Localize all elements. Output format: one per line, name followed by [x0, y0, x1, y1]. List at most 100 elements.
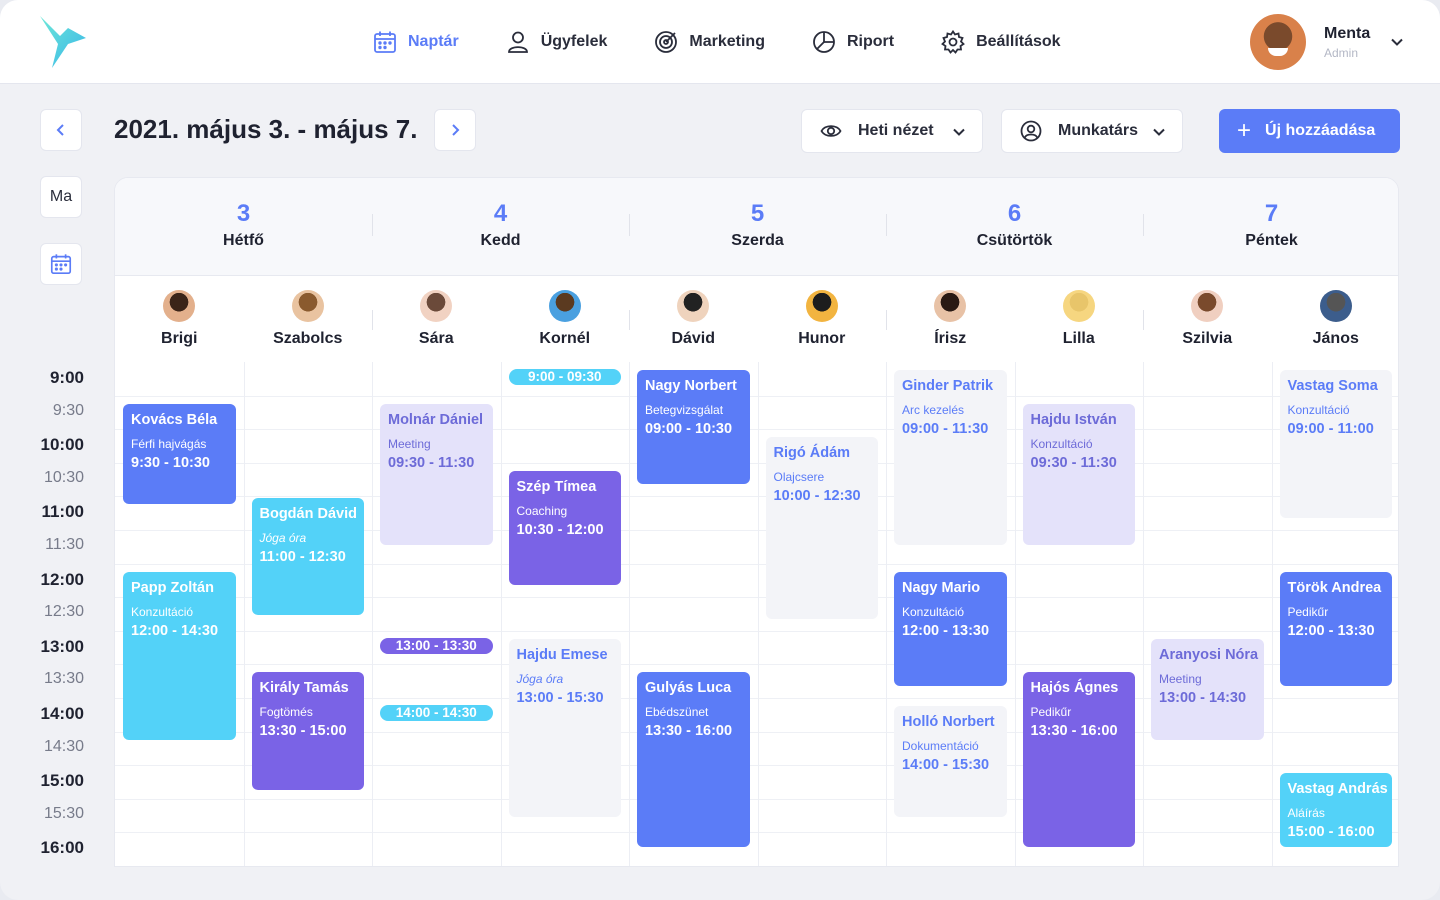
staff-column-header[interactable]: Sára — [372, 276, 501, 362]
appointment-service: Meeting — [388, 436, 431, 451]
avatar[interactable] — [1062, 290, 1095, 322]
appointment-card[interactable]: Hajós Ágnes Pedikűr 13:30 - 16:00 — [1022, 672, 1135, 848]
staff-dropdown[interactable]: Munkatárs — [1001, 109, 1183, 153]
appointment-card[interactable]: Vastag Soma Konzultáció 09:00 - 11:00 — [1279, 370, 1392, 518]
user-menu[interactable]: Menta Admin — [1250, 14, 1404, 70]
day-header[interactable]: 5 Szerda — [629, 178, 886, 276]
appointment-card[interactable]: Nagy Mario Konzultáció 12:00 - 13:30 — [894, 571, 1007, 686]
appointment-card[interactable]: Molnár Dániel Meeting 09:30 - 11:30 — [380, 403, 493, 545]
appointment-card[interactable]: Nagy Norbert Betegvizsgálat 09:00 - 10:30 — [637, 370, 750, 485]
time-label: 12:00 — [40, 569, 84, 589]
day-number: 3 — [236, 200, 251, 227]
appointment-time: 15:00 - 16:00 — [1287, 824, 1375, 841]
avatar[interactable] — [420, 290, 452, 322]
add-new-button[interactable]: + Új hozzáadása — [1219, 109, 1400, 153]
appointment-card[interactable]: Gulyás Luca Ebédszünet 13:30 - 16:00 — [637, 672, 750, 848]
appointment-service: Olajcsere — [773, 470, 825, 485]
nav-item-ugyfelek[interactable]: Ügyfelek — [505, 26, 607, 58]
time-label: 16:00 — [40, 838, 84, 858]
staff-column-header[interactable]: Dávid — [629, 276, 758, 362]
staff-column-header[interactable]: Lilla — [1015, 276, 1144, 362]
app-window: Naptár Ügyfelek Marketing Riport Beállít… — [0, 0, 1440, 900]
time-slot-pill[interactable]: 9:00 - 09:30 — [508, 369, 621, 385]
appointment-time: 09:00 - 11:30 — [902, 421, 989, 437]
hummingbird-logo-icon[interactable] — [38, 14, 90, 70]
appointment-service: Jóga óra — [516, 671, 564, 686]
day-header[interactable]: 3 Hétfő — [115, 178, 372, 276]
mini-calendar-button[interactable] — [40, 243, 82, 285]
view-dropdown[interactable]: Heti nézet — [801, 109, 983, 153]
chevron-down-icon[interactable] — [1390, 35, 1404, 49]
avatar[interactable] — [934, 290, 966, 322]
time-label: 12:30 — [43, 603, 84, 621]
staff-column-header[interactable]: Szabolcs — [244, 276, 373, 362]
grid-column-line — [757, 362, 759, 866]
staff-column-header[interactable]: Hunor — [758, 276, 887, 362]
day-header[interactable]: 6 Csütörtök — [886, 178, 1143, 276]
appointment-time: 09:00 - 10:30 — [645, 421, 733, 437]
week-calendar: Kovács Béla Férfi hajvágás 9:30 - 10:30 Pap… — [114, 177, 1399, 867]
nav-item-marketing[interactable]: Marketing — [653, 26, 765, 58]
staff-name: Brigi — [161, 330, 198, 347]
appointment-service: Dokumentáció — [902, 739, 979, 753]
day-separator — [886, 214, 887, 236]
plus-icon: + — [1237, 117, 1252, 144]
appointment-card[interactable]: Papp Zoltán Konzultáció 12:00 - 14:30 — [123, 571, 236, 740]
appointment-time: 14:00 - 15:30 — [902, 757, 990, 773]
time-slot-pill[interactable]: 13:00 - 13:30 — [380, 637, 493, 654]
appointment-service: Betegvizsgálat — [645, 403, 724, 417]
staff-column-header[interactable]: Brigi — [115, 276, 244, 362]
avatar[interactable] — [163, 290, 195, 322]
grid-column-line — [1014, 362, 1016, 866]
user-icon — [507, 31, 528, 53]
appointment-card[interactable]: Hajdu Emese Jóga óra 13:00 - 15:30 — [508, 638, 621, 817]
appointment-card[interactable]: Kovács Béla Férfi hajvágás 9:30 - 10:30 — [123, 403, 236, 505]
staff-column-header[interactable]: Kornél — [501, 276, 630, 362]
chevron-down-icon — [953, 128, 965, 136]
appointment-client: Bogdán Dávid — [259, 505, 357, 522]
avatar[interactable] — [291, 290, 324, 322]
staff-column-header[interactable]: Szilvia — [1143, 276, 1272, 362]
today-button[interactable]: Ma — [40, 176, 82, 218]
pie-chart-icon — [813, 31, 835, 53]
avatar[interactable] — [1191, 290, 1223, 322]
nav-label: Naptár — [408, 33, 459, 50]
appointment-card[interactable]: Aranyosi Nóra Meeting 13:00 - 14:30 — [1151, 638, 1264, 740]
appointment-time: 13:30 - 16:00 — [1030, 723, 1118, 740]
appointment-time: 09:30 - 11:30 — [388, 454, 475, 471]
appointment-card[interactable]: Király Tamás Fogtömés 13:30 - 15:00 — [251, 672, 364, 790]
day-separator — [372, 214, 373, 236]
time-label: 9:30 — [52, 401, 84, 419]
appointment-card[interactable]: Török Andrea Pedikűr 12:00 - 13:30 — [1279, 571, 1392, 686]
appointment-time: 11:00 - 12:30 — [259, 548, 346, 565]
appointment-service: Fogtömés — [259, 705, 313, 720]
chevron-left-icon — [56, 124, 64, 136]
nav-item-naptar[interactable]: Naptár — [372, 26, 459, 58]
day-header[interactable]: 4 Kedd — [372, 178, 629, 276]
appointment-card[interactable]: Bogdán Dávid Jóga óra 11:00 - 12:30 — [251, 497, 364, 616]
appointment-card[interactable]: Szép Tímea Coaching 10:30 - 12:00 — [508, 470, 621, 586]
appointment-card[interactable]: Holló Norbert Dokumentáció 14:00 - 15:30 — [894, 706, 1007, 817]
avatar[interactable] — [548, 290, 581, 322]
avatar[interactable] — [1250, 14, 1306, 70]
time-slot-pill[interactable]: 14:00 - 14:30 — [380, 705, 493, 721]
avatar[interactable] — [1319, 290, 1352, 322]
appointment-card[interactable]: Hajdu István Konzultáció 09:30 - 11:30 — [1022, 403, 1135, 545]
next-week-button[interactable] — [434, 109, 476, 151]
avatar[interactable] — [805, 290, 838, 322]
avatar[interactable] — [677, 290, 709, 322]
staff-column-header[interactable]: János — [1272, 276, 1399, 362]
grid-column-line — [372, 362, 373, 866]
day-header[interactable]: 7 Péntek — [1143, 178, 1398, 276]
appointment-client: Király Tamás — [259, 680, 349, 697]
appointment-card[interactable]: Rigó Ádám Olajcsere 10:00 - 12:30 — [765, 437, 878, 619]
staff-column-header[interactable]: Írisz — [886, 276, 1015, 362]
appointment-card[interactable]: Ginder Patrik Arc kezelés 09:00 - 11:30 — [894, 370, 1007, 545]
staff-name: Hunor — [798, 330, 846, 347]
staff-name: Dávid — [671, 330, 716, 347]
nav-item-riport[interactable]: Riport — [811, 26, 894, 58]
time-label: 14:30 — [43, 737, 84, 755]
nav-item-beallitasok[interactable]: Beállítások — [940, 26, 1061, 58]
appointment-card[interactable]: Vastag András Aláírás 15:00 - 16:00 — [1279, 773, 1392, 848]
prev-week-button[interactable] — [40, 109, 82, 151]
